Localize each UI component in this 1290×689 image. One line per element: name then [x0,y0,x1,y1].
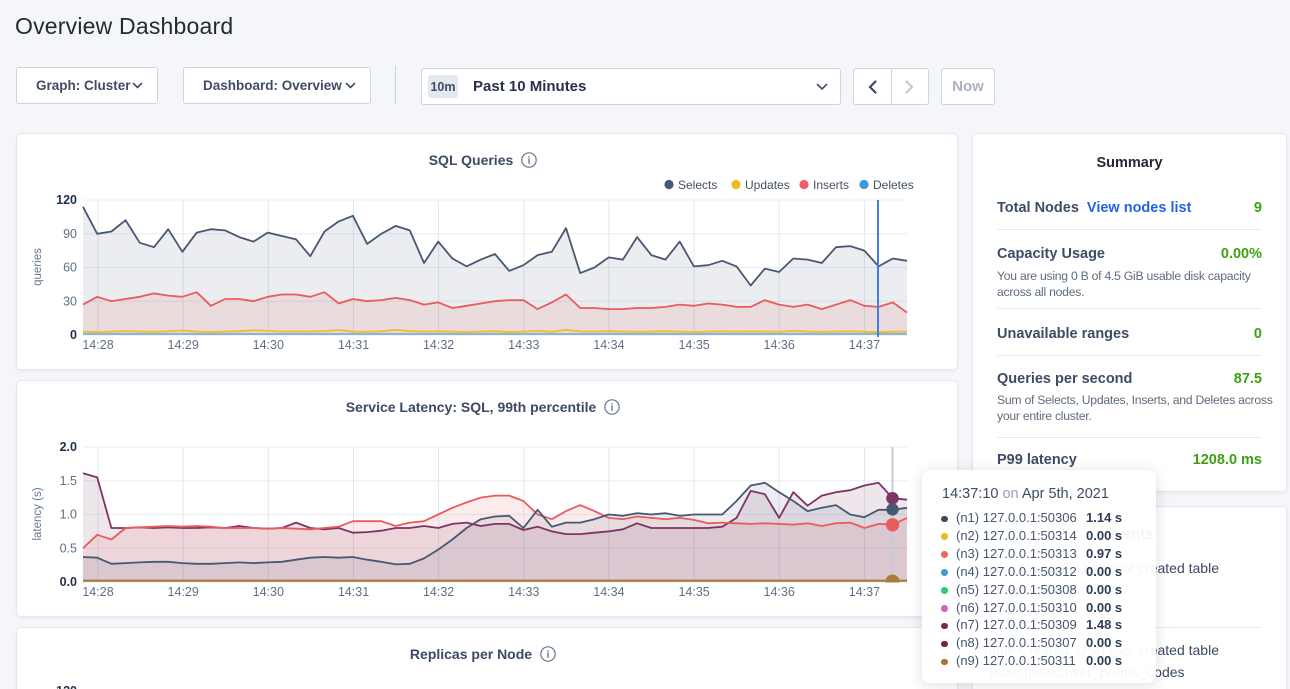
svg-text:14:35: 14:35 [678,338,709,352]
svg-text:i: i [611,403,614,414]
svg-text:latency (s): latency (s) [32,487,44,540]
svg-text:14:34: 14:34 [593,585,624,599]
svg-text:1.5: 1.5 [60,474,77,488]
svg-text:0.5: 0.5 [60,541,77,555]
svg-text:Updates: Updates [745,178,790,192]
svg-text:14:32: 14:32 [423,585,454,599]
svg-text:2.0: 2.0 [60,440,77,454]
svg-text:14:35: 14:35 [678,585,709,599]
svg-text:14:28: 14:28 [82,585,113,599]
svg-text:Inserts: Inserts [813,178,849,192]
svg-text:14:36: 14:36 [764,585,795,599]
svg-text:Deletes: Deletes [873,178,914,192]
svg-text:120: 120 [56,193,77,207]
svg-text:14:33: 14:33 [508,585,539,599]
svg-text:14:30: 14:30 [253,338,284,352]
svg-text:14:30: 14:30 [253,585,284,599]
svg-text:14:31: 14:31 [338,585,369,599]
svg-text:14:37: 14:37 [849,585,880,599]
svg-text:14:34: 14:34 [593,338,624,352]
svg-text:14:29: 14:29 [168,585,199,599]
svg-text:1.0: 1.0 [60,508,77,522]
svg-text:0: 0 [70,328,77,342]
svg-text:14:31: 14:31 [338,338,369,352]
svg-text:queries: queries [32,248,44,286]
svg-text:14:32: 14:32 [423,338,454,352]
svg-text:14:36: 14:36 [764,338,795,352]
svg-text:90: 90 [63,227,77,241]
svg-text:30: 30 [63,294,77,308]
svg-text:0.0: 0.0 [60,575,77,589]
svg-text:14:37: 14:37 [849,338,880,352]
svg-text:Selects: Selects [678,178,717,192]
svg-text:i: i [547,650,550,661]
svg-text:14:29: 14:29 [168,338,199,352]
svg-text:120: 120 [56,684,77,689]
svg-text:i: i [528,156,531,167]
svg-text:14:33: 14:33 [508,338,539,352]
svg-text:14:28: 14:28 [82,338,113,352]
svg-text:60: 60 [63,261,77,275]
